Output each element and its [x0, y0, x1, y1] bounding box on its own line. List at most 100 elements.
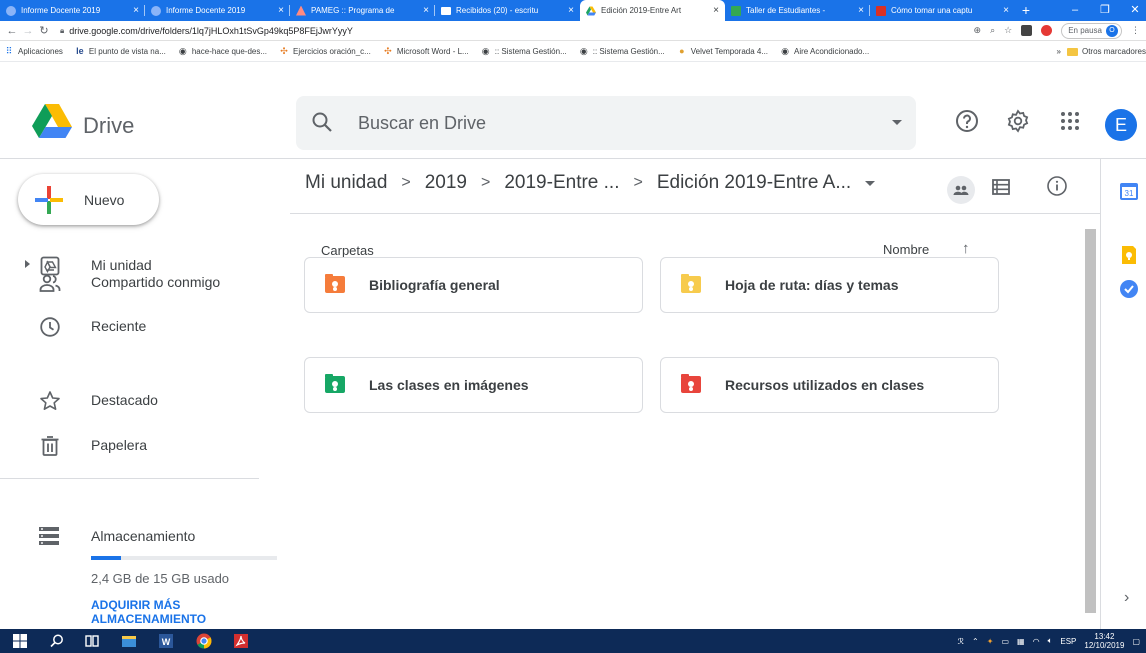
tab-title: Informe Docente 2019	[166, 6, 246, 15]
browser-menu-icon[interactable]: ⋮	[1131, 25, 1140, 36]
tab-close-icon[interactable]: ×	[858, 5, 864, 16]
sort-direction-arrow-icon[interactable]: ↑	[962, 240, 970, 257]
profile-avatar: O	[1106, 24, 1118, 37]
tab-close-icon[interactable]: ×	[423, 5, 429, 16]
bookmark-label: Aire Acondicionado...	[794, 46, 870, 56]
volume-icon[interactable]: 🔈︎	[1048, 636, 1053, 646]
chrome-icon[interactable]	[196, 633, 212, 649]
list-view-icon[interactable]	[992, 178, 1010, 196]
shared-folder-icon[interactable]	[947, 176, 975, 204]
bookmark-item[interactable]: le El punto de vista na...	[75, 46, 166, 56]
bookmark-item[interactable]: ✣ Microsoft Word - L...	[383, 46, 469, 56]
tray-app-icon[interactable]: ✦	[987, 637, 994, 646]
tab-title: Informe Docente 2019	[21, 6, 101, 15]
browser-tab[interactable]: PAMEG :: Programa de ×	[290, 0, 435, 21]
tray-app-icon[interactable]: ▭	[1001, 637, 1009, 646]
more-bookmarks-button[interactable]: »	[1057, 47, 1061, 56]
expand-panel-chevron-icon[interactable]: ›	[1124, 589, 1129, 607]
buy-storage-link[interactable]: ADQUIRIR MÁS ALMACENAMIENTO	[91, 598, 241, 626]
task-view-icon[interactable]	[84, 633, 100, 649]
bookmark-star-icon[interactable]: ☆	[1004, 25, 1012, 36]
browser-tab-active[interactable]: Edición 2019-Entre Art ×	[580, 0, 725, 21]
new-tab-button[interactable]: +	[1015, 0, 1037, 21]
network-icon[interactable]: ▦	[1017, 637, 1025, 646]
tab-close-icon[interactable]: ×	[713, 5, 719, 16]
file-explorer-icon[interactable]	[121, 633, 137, 649]
clock[interactable]: 13:42 12/10/2019	[1084, 632, 1124, 650]
back-icon[interactable]: ←	[4, 25, 20, 37]
people-icon[interactable]: ℛ	[958, 637, 964, 646]
bookmark-item[interactable]: ◉ hace-hace que-des...	[178, 46, 267, 56]
new-button[interactable]: Nuevo	[18, 174, 159, 225]
settings-gear-icon[interactable]	[1006, 109, 1030, 133]
tab-close-icon[interactable]: ×	[278, 5, 284, 16]
browser-tab[interactable]: Cómo tomar una captu ×	[870, 0, 1015, 21]
bookmark-item[interactable]: ✣ Ejercicios oración_c...	[279, 46, 371, 56]
bookmark-item[interactable]: ◉ :: Sistema Gestión...	[481, 46, 567, 56]
browser-tab[interactable]: Taller de Estudiantes - ×	[725, 0, 870, 21]
input-language[interactable]: ESP	[1060, 637, 1076, 646]
install-icon[interactable]: ⊕	[974, 25, 982, 36]
search-icon[interactable]	[310, 110, 334, 134]
tab-close-icon[interactable]: ×	[1003, 5, 1009, 16]
word-icon[interactable]: W	[158, 633, 174, 649]
search-icon[interactable]	[49, 633, 65, 649]
browser-tab[interactable]: Recibidos (20) - escritu ×	[435, 0, 580, 21]
bookmark-icon: ●	[679, 46, 685, 56]
browser-tab[interactable]: Informe Docente 2019 ×	[145, 0, 290, 21]
close-window-icon[interactable]: ✕	[1120, 0, 1146, 21]
forward-icon[interactable]: →	[20, 25, 36, 37]
drive-logo-text[interactable]: Drive	[83, 113, 134, 139]
info-icon[interactable]	[1046, 175, 1068, 197]
folder-card[interactable]: Las clases en imágenes	[304, 357, 643, 413]
nav-item-starred[interactable]: Destacado	[0, 380, 280, 420]
nav-item-shared-with-me[interactable]: Compartido conmigo	[0, 262, 280, 302]
show-hidden-icons-chevron-icon[interactable]: ⌃	[972, 637, 979, 646]
side-panel: 31 ›	[1100, 159, 1146, 629]
breadcrumb-current[interactable]: Edición 2019-Entre A...	[657, 172, 851, 194]
breadcrumb-item[interactable]: 2019-Entre ...	[504, 172, 619, 194]
apps-grid-icon[interactable]	[1058, 109, 1082, 133]
keep-icon[interactable]	[1119, 245, 1139, 265]
bookmark-item[interactable]: ◉ :: Sistema Gestión...	[579, 46, 665, 56]
url-field[interactable]: 🔒︎ drive.google.com/drive/folders/1lq7jH…	[60, 26, 974, 36]
reload-icon[interactable]: ↻	[36, 24, 52, 37]
calendar-icon[interactable]: 31	[1119, 181, 1139, 201]
storage-label[interactable]: Almacenamiento	[91, 528, 195, 544]
tab-close-icon[interactable]: ×	[568, 5, 574, 16]
scrollbar[interactable]	[1085, 229, 1096, 613]
nav-item-recent[interactable]: Reciente	[0, 306, 280, 346]
chevron-down-icon[interactable]	[865, 180, 876, 186]
globe-icon: ◉	[579, 46, 588, 56]
acrobat-icon[interactable]	[233, 633, 249, 649]
folder-card[interactable]: Recursos utilizados en clases	[660, 357, 999, 413]
other-bookmarks-button[interactable]: Otros marcadores	[1082, 47, 1146, 56]
bookmark-item[interactable]: ◉ Aire Acondicionado...	[780, 46, 869, 56]
breadcrumb-item[interactable]: 2019	[425, 172, 467, 194]
account-avatar[interactable]: E	[1105, 109, 1137, 141]
sort-by-name-button[interactable]: Nombre	[883, 242, 929, 257]
extension-icon[interactable]	[1021, 25, 1033, 36]
notifications-icon[interactable]: ▢	[1132, 637, 1140, 646]
bookmark-apps[interactable]: ⠿ Aplicaciones	[4, 46, 63, 56]
drive-logo-icon[interactable]	[32, 104, 72, 138]
windows-start-icon[interactable]	[12, 633, 28, 649]
profile-paused-button[interactable]: En pausa O	[1061, 22, 1122, 39]
tasks-icon[interactable]	[1119, 279, 1139, 299]
help-icon[interactable]	[955, 109, 979, 133]
minimize-icon[interactable]: ‒	[1060, 0, 1090, 21]
adblock-icon[interactable]	[1041, 25, 1053, 36]
zoom-icon[interactable]: ⌕	[990, 25, 995, 36]
restore-icon[interactable]: ❐	[1090, 0, 1120, 21]
bookmark-item[interactable]: ● Velvet Temporada 4...	[677, 46, 768, 56]
wifi-icon[interactable]: ◠	[1033, 637, 1040, 646]
folder-card[interactable]: Bibliografía general	[304, 257, 643, 313]
search-box[interactable]	[296, 96, 916, 150]
tab-close-icon[interactable]: ×	[133, 5, 139, 16]
search-input[interactable]	[358, 111, 838, 135]
search-options-chevron-icon[interactable]	[892, 120, 902, 125]
folder-card[interactable]: Hoja de ruta: días y temas	[660, 257, 999, 313]
nav-item-trash[interactable]: Papelera	[0, 425, 280, 465]
browser-tab[interactable]: Informe Docente 2019 ×	[0, 0, 145, 21]
breadcrumb-item[interactable]: Mi unidad	[305, 172, 387, 194]
